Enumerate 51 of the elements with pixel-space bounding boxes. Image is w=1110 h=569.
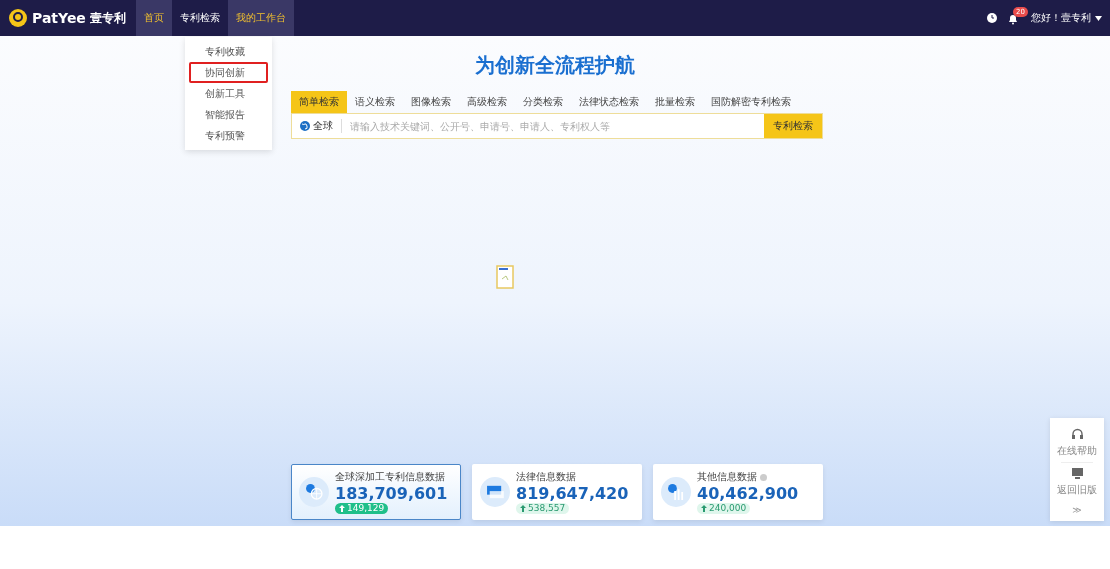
stat-label: 其他信息数据	[697, 470, 757, 484]
search-tab[interactable]: 语义检索	[347, 91, 403, 113]
caret-icon[interactable]	[1095, 15, 1102, 21]
user-greeting[interactable]: 您好！壹专利	[1031, 11, 1091, 25]
nav-item[interactable]: 专利检索	[171, 0, 228, 36]
search-tab[interactable]: 国防解密专利检索	[703, 91, 799, 113]
logo-icon	[8, 8, 28, 28]
up-arrow-icon	[701, 505, 707, 512]
stat-card[interactable]: 全球深加工专利信息数据 183,709,601 149,129	[291, 464, 461, 520]
menu-item[interactable]: 创新工具	[189, 83, 268, 104]
menu-item[interactable]: 专利收藏	[189, 41, 268, 62]
menu-item[interactable]: 专利预警	[189, 125, 268, 146]
stat-value: 819,647,420	[516, 484, 629, 503]
up-arrow-icon	[520, 505, 526, 512]
stat-label: 全球深加工专利信息数据	[335, 470, 445, 484]
up-arrow-icon	[339, 505, 345, 512]
screen-icon	[480, 477, 510, 507]
side-link[interactable]: 在线帮助	[1057, 444, 1097, 458]
stat-increase: 149,129	[335, 503, 389, 514]
search-tab[interactable]: 简单检索	[291, 91, 347, 113]
brand-name: 壹专利	[89, 9, 126, 27]
stat-label: 法律信息数据	[516, 470, 576, 484]
search-tab[interactable]: 法律状态检索	[571, 91, 647, 113]
search-button[interactable]: 专利检索	[764, 114, 822, 138]
clock-icon[interactable]	[987, 13, 997, 23]
stat-increase: 538,557	[516, 503, 570, 514]
search-tab[interactable]: 分类检索	[515, 91, 571, 113]
menu-item[interactable]: 智能报告	[189, 104, 268, 125]
bell-icon[interactable]	[1007, 13, 1019, 25]
stat-card[interactable]: 法律信息数据 819,647,420 538,557	[472, 464, 642, 520]
search-tab[interactable]: 图像检索	[403, 91, 459, 113]
search-tab[interactable]: 批量检索	[647, 91, 703, 113]
stat-card[interactable]: 其他信息数据 40,462,900 240,000	[653, 464, 823, 520]
search-tab[interactable]: 高级检索	[459, 91, 515, 113]
logo-text: PatYee	[32, 10, 86, 26]
stat-value: 40,462,900	[697, 484, 799, 503]
menu-item[interactable]: 协同创新	[189, 62, 268, 83]
nav-item[interactable]: 首页	[135, 0, 172, 36]
scope-selector[interactable]: 全球	[292, 119, 342, 133]
side-link[interactable]: 返回旧版	[1057, 483, 1097, 497]
stat-increase: 240,000	[697, 503, 751, 514]
globe-icon	[299, 477, 329, 507]
monitor-icon	[1070, 467, 1084, 480]
hero-title: 为创新全流程护航	[475, 52, 635, 79]
search-field[interactable]: 全球 请输入技术关键词、公开号、申请号、申请人、专利权人等 专利检索	[291, 113, 823, 139]
stat-value: 183,709,601	[335, 484, 448, 503]
bars-icon	[661, 477, 691, 507]
headset-icon	[1070, 428, 1084, 441]
broken-image-icon	[496, 265, 514, 289]
globe-icon	[300, 121, 310, 131]
nav-item[interactable]: 我的工作台	[227, 0, 294, 36]
